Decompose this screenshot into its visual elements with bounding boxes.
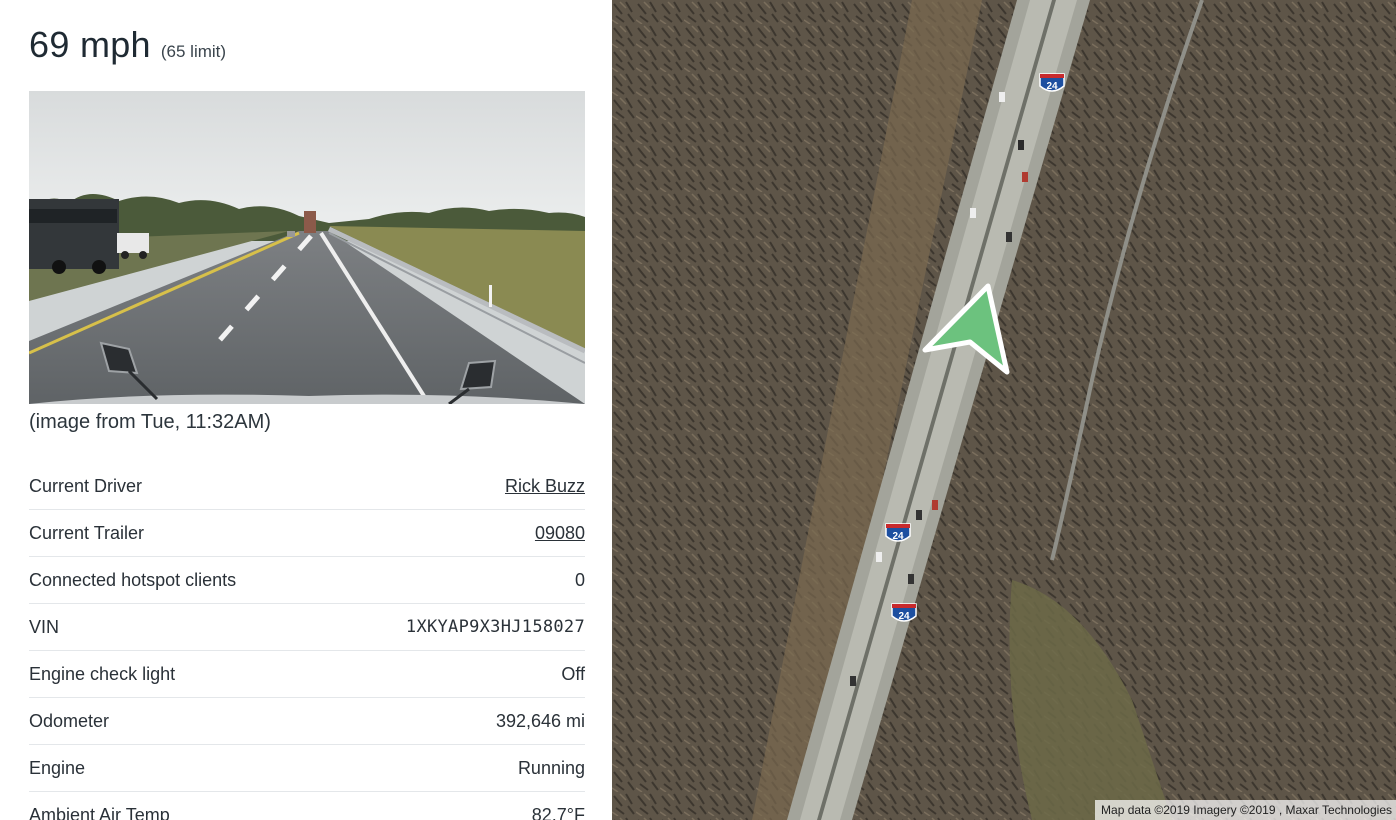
speed-header: 69 mph (65 limit) <box>29 24 226 66</box>
speed-limit: (65 limit) <box>160 42 227 61</box>
stat-label: Current Driver <box>29 475 143 496</box>
stat-row-odometer: Odometer 392,646 mi <box>29 698 585 745</box>
vin-value: 1XKYAP9X3HJ158027 <box>405 617 585 637</box>
vehicle-info-panel: 69 mph (65 limit) (image from Tue, 11:32… <box>0 0 612 820</box>
interstate-shield-icon: 24 <box>1039 73 1065 92</box>
stat-label: VIN <box>29 616 60 637</box>
stat-row-vin: VIN 1XKYAP9X3HJ158027 <box>29 604 585 651</box>
stat-row-engine-check-light: Engine check light Off <box>29 651 585 698</box>
map-attribution: Map data ©2019 Imagery ©2019 , Maxar Tec… <box>1095 800 1396 820</box>
stat-row-current-driver: Current Driver Rick Buzz <box>29 463 585 510</box>
vehicle-stats-list: Current Driver Rick Buzz Current Trailer… <box>29 463 585 820</box>
stat-row-ambient-air-temp: Ambient Air Temp 82.7°F <box>29 792 585 820</box>
interstate-shield-icon: 24 <box>885 523 911 542</box>
svg-text:24: 24 <box>892 531 904 542</box>
interstate-shield-icon: 24 <box>891 603 917 622</box>
svg-text:24: 24 <box>898 611 910 622</box>
stat-row-engine: Engine Running <box>29 745 585 792</box>
current-trailer-link[interactable]: 09080 <box>535 523 585 544</box>
svg-text:24: 24 <box>1046 81 1058 92</box>
stat-label: Odometer <box>29 710 110 731</box>
stat-label: Connected hotspot clients <box>29 569 237 590</box>
stat-label: Current Trailer <box>29 522 145 543</box>
stat-value: 0 <box>574 569 585 590</box>
stat-row-hotspot-clients: Connected hotspot clients 0 <box>29 557 585 604</box>
satellite-map[interactable]: 24 24 24 Map data ©2019 Imagery ©2019 , … <box>612 0 1396 820</box>
stat-row-current-trailer: Current Trailer 09080 <box>29 510 585 557</box>
stat-value: Off <box>561 663 585 684</box>
current-driver-link[interactable]: Rick Buzz <box>505 476 585 497</box>
dashcam-caption: (image from Tue, 11:32AM) <box>29 411 271 433</box>
stat-value: 392,646 mi <box>495 710 585 731</box>
stat-value: 82.7°F <box>531 804 585 820</box>
stat-label: Engine check light <box>29 663 176 684</box>
stat-value: Running <box>517 757 585 778</box>
stat-label: Engine <box>29 757 86 778</box>
stat-label: Ambient Air Temp <box>29 804 170 820</box>
dashcam-image[interactable] <box>29 91 585 404</box>
current-speed: 69 mph <box>29 24 151 65</box>
vehicle-detail-view: 69 mph (65 limit) (image from Tue, 11:32… <box>0 0 1396 820</box>
